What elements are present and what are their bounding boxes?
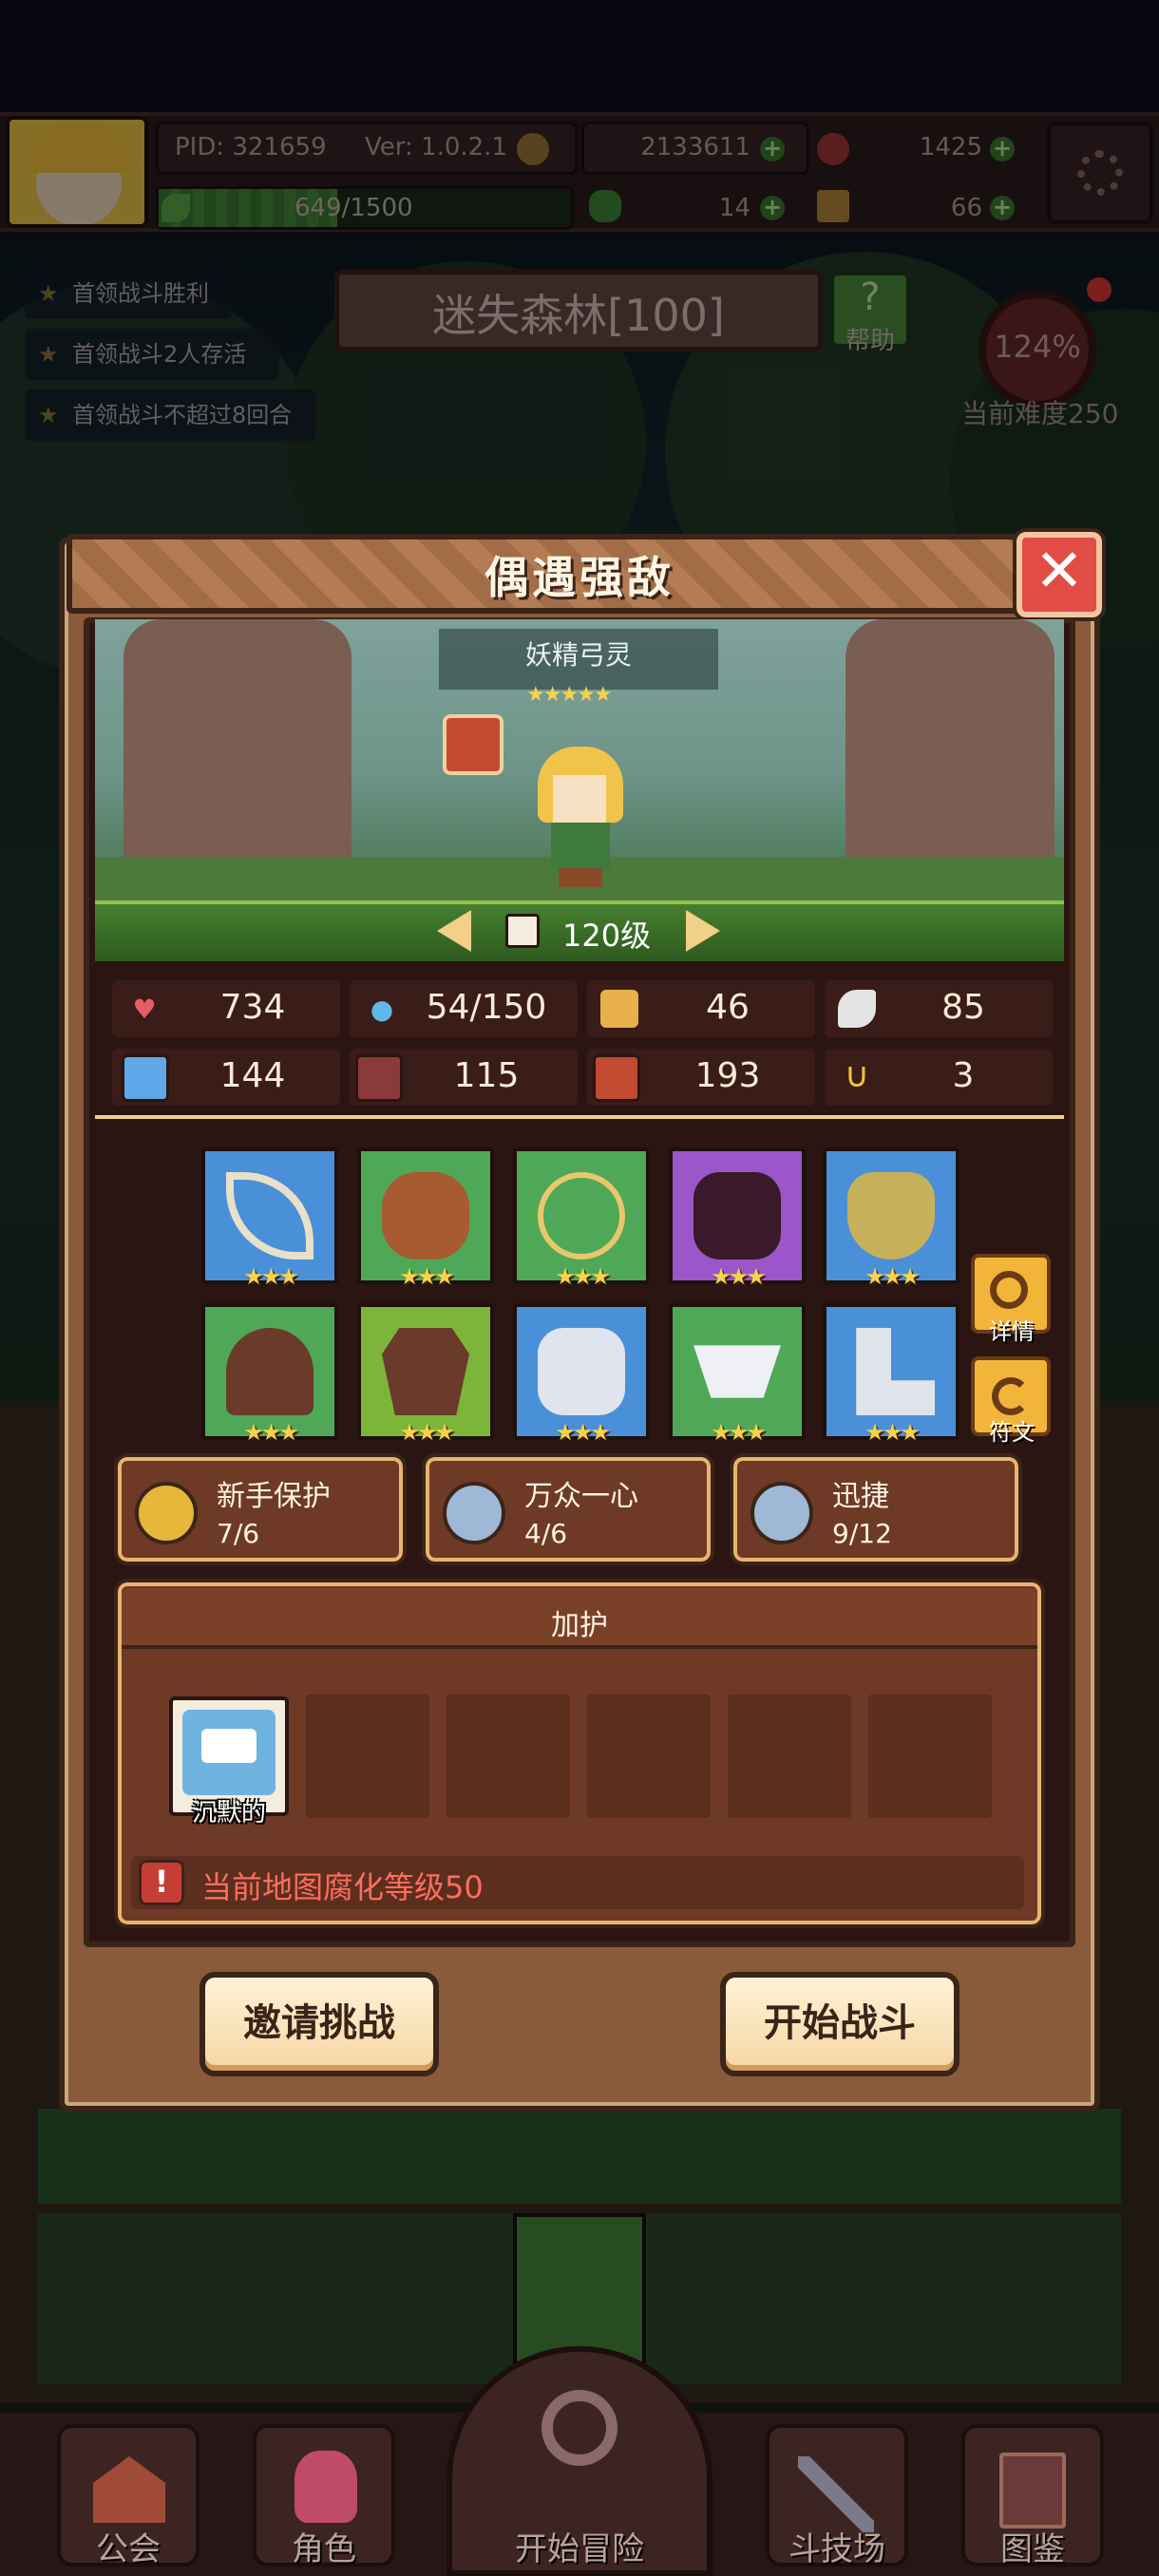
horseshoe-icon: ∪ xyxy=(844,1055,870,1095)
set-bonus-item[interactable]: 新手保护 7/6 xyxy=(114,1453,407,1565)
enemy-level: 120级 xyxy=(562,918,652,954)
protection-slot-empty[interactable] xyxy=(446,1695,570,1818)
ring-icon xyxy=(847,1172,935,1260)
fist-icon xyxy=(122,1054,169,1102)
equipment-slot-ring[interactable]: ★★★ xyxy=(823,1147,960,1290)
nav-label-codex: 图鉴 xyxy=(1000,2530,1065,2568)
set-bonus-name: 迅捷 xyxy=(832,1480,889,1513)
close-icon: ✕ xyxy=(1035,536,1084,605)
protection-slot-empty[interactable] xyxy=(728,1695,851,1818)
warning-icon: ! xyxy=(139,1860,184,1905)
bow-icon xyxy=(226,1172,314,1260)
nav-label-character: 角色 xyxy=(292,2530,356,2568)
set-bonus-count: 4/6 xyxy=(524,1518,568,1549)
stat-value: 46 xyxy=(706,988,750,1027)
swift-feather-icon xyxy=(750,1482,813,1544)
codex-book-icon xyxy=(999,2453,1066,2529)
equipment-stars: ★★★ xyxy=(555,1419,611,1446)
nav-label-start-adventure: 开始冒险 xyxy=(515,2530,644,2568)
enemy-name: 妖精弓灵 xyxy=(524,639,632,671)
equipment-slot-gloves[interactable]: ★★★ xyxy=(513,1303,650,1446)
heart-icon: ♥ xyxy=(132,993,157,1025)
gauntlet-icon xyxy=(538,1328,625,1415)
protection-slot-empty[interactable] xyxy=(306,1695,429,1818)
crowd-icon xyxy=(443,1482,505,1544)
set-bonus-name: 万众一心 xyxy=(524,1480,638,1513)
wing-icon xyxy=(838,990,876,1028)
magic-defense-icon xyxy=(593,1054,640,1102)
runes-label: 符文 xyxy=(989,1419,1035,1446)
boss-badge-icon xyxy=(443,714,504,775)
set-bonus-count: 7/6 xyxy=(217,1518,260,1549)
equipment-slot-chest[interactable]: ★★★ xyxy=(357,1303,494,1446)
equipment-stars: ★★★ xyxy=(399,1263,455,1290)
set-bonus-item[interactable]: 迅捷 9/12 xyxy=(730,1453,1022,1565)
equipment-slot-bow[interactable]: ★★★ xyxy=(201,1147,338,1290)
equipment-stars: ★★★ xyxy=(711,1419,767,1446)
refresh-icon xyxy=(992,1377,1030,1415)
equipment-stars: ★★★ xyxy=(864,1419,921,1446)
protection-slot-empty[interactable] xyxy=(587,1695,711,1818)
equipment-stars: ★★★ xyxy=(399,1419,455,1446)
stat-value: 54/150 xyxy=(426,988,547,1027)
level-icon xyxy=(505,914,540,948)
stat-value: 85 xyxy=(941,988,985,1027)
spellbook-icon xyxy=(355,1054,403,1102)
belt-icon xyxy=(694,1345,781,1398)
speech-bubble-icon xyxy=(182,1710,276,1795)
equipment-stars: ★★★ xyxy=(555,1263,611,1290)
amulet-icon xyxy=(538,1172,625,1260)
protection-title: 加护 xyxy=(551,1609,608,1642)
equipment-stars: ★★★ xyxy=(864,1263,921,1290)
corruption-warning: 当前地图腐化等级50 xyxy=(201,1869,484,1905)
boots-icon xyxy=(856,1328,935,1415)
protection-slot-empty[interactable] xyxy=(868,1695,992,1818)
details-label: 详情 xyxy=(989,1318,1035,1345)
set-bonus-item[interactable]: 万众一心 4/6 xyxy=(422,1453,714,1565)
wooden-shield-icon xyxy=(382,1172,469,1260)
close-button[interactable]: ✕ xyxy=(1013,528,1106,621)
equipment-slot-shield[interactable]: ★★★ xyxy=(357,1147,494,1290)
leather-cap-icon xyxy=(226,1328,314,1415)
stat-value: 193 xyxy=(694,1056,761,1095)
leather-vest-icon xyxy=(382,1328,469,1415)
coin-shield-icon xyxy=(135,1482,198,1544)
stat-value: 144 xyxy=(219,1056,286,1095)
magnifier-icon xyxy=(542,2390,618,2466)
start-battle-button[interactable]: 开始战斗 xyxy=(720,1972,960,2076)
equipment-stars: ★★★ xyxy=(711,1263,767,1290)
modal-title: 偶遇强敌 xyxy=(484,552,674,603)
equipment-slot-helmet[interactable]: ★★★ xyxy=(201,1303,338,1446)
protection-slot-label: 沉默的 xyxy=(191,1799,266,1828)
stat-value: 734 xyxy=(219,988,286,1027)
equipment-slot-amulet[interactable]: ★★★ xyxy=(513,1147,650,1290)
equipment-slot-armor[interactable]: ★★★ xyxy=(669,1147,806,1290)
mana-drop-icon: ● xyxy=(370,993,394,1025)
equipment-slot-boots[interactable]: ★★★ xyxy=(823,1303,960,1446)
equipment-stars: ★★★ xyxy=(243,1419,299,1446)
equipment-slot-belt[interactable]: ★★★ xyxy=(669,1303,806,1446)
dark-armor-icon xyxy=(694,1172,781,1260)
magnifier-icon xyxy=(990,1271,1028,1309)
guild-house-icon xyxy=(93,2456,165,2523)
enemy-sprite xyxy=(528,747,633,889)
equipment-stars: ★★★ xyxy=(243,1263,299,1290)
stat-value: 3 xyxy=(952,1056,975,1095)
crossed-swords-icon xyxy=(798,2456,874,2532)
set-bonus-count: 9/12 xyxy=(832,1518,892,1549)
nav-label-arena: 斗技场 xyxy=(788,2530,885,2568)
set-bonus-name: 新手保护 xyxy=(217,1480,331,1513)
shield-icon xyxy=(600,990,638,1028)
nav-label-guild: 公会 xyxy=(96,2530,161,2568)
enemy-rarity-stars: ★★★★★ xyxy=(526,683,613,707)
character-icon xyxy=(294,2451,357,2523)
invite-challenge-button[interactable]: 邀请挑战 xyxy=(200,1972,439,2076)
stat-value: 115 xyxy=(453,1056,520,1095)
